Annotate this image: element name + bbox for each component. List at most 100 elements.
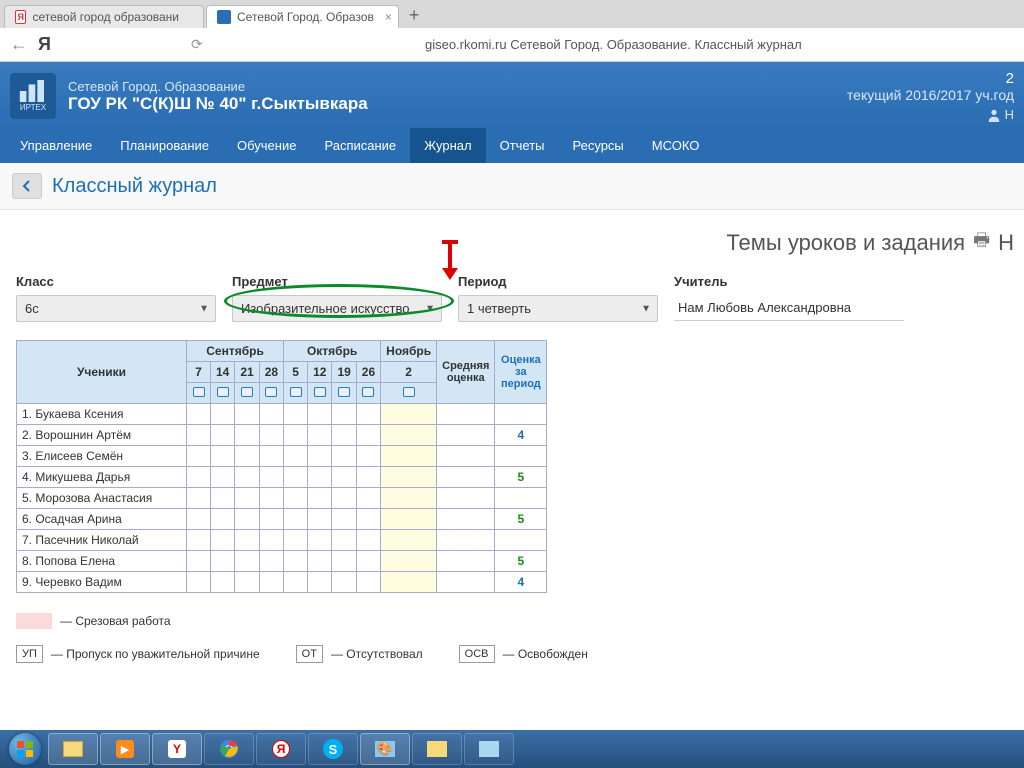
- grade-cell[interactable]: [211, 488, 235, 509]
- grade-cell[interactable]: [356, 509, 380, 530]
- grade-cell[interactable]: [211, 425, 235, 446]
- date-header[interactable]: 26: [356, 362, 380, 383]
- grade-cell[interactable]: [332, 572, 356, 593]
- grade-cell[interactable]: [332, 509, 356, 530]
- grade-cell[interactable]: [381, 467, 437, 488]
- period-grade-cell[interactable]: [495, 446, 547, 467]
- grade-cell[interactable]: [284, 551, 308, 572]
- taskbar-yandex-2[interactable]: Я: [256, 733, 306, 765]
- grade-cell[interactable]: [381, 488, 437, 509]
- grade-cell[interactable]: [235, 404, 259, 425]
- grade-cell[interactable]: [235, 509, 259, 530]
- grade-cell[interactable]: [187, 509, 211, 530]
- grade-cell[interactable]: [284, 467, 308, 488]
- student-name[interactable]: 4. Микушева Дарья: [17, 467, 187, 488]
- grade-cell[interactable]: [381, 446, 437, 467]
- taskbar-yandex[interactable]: Y: [152, 733, 202, 765]
- grade-cell[interactable]: [356, 530, 380, 551]
- grade-cell[interactable]: [308, 446, 332, 467]
- grade-cell[interactable]: [211, 530, 235, 551]
- date-header[interactable]: 21: [235, 362, 259, 383]
- period-grade-cell[interactable]: 4: [495, 425, 547, 446]
- grade-cell[interactable]: [332, 530, 356, 551]
- student-name[interactable]: 1. Букаева Ксения: [17, 404, 187, 425]
- grade-cell[interactable]: [259, 530, 283, 551]
- grade-cell[interactable]: [259, 404, 283, 425]
- date-header[interactable]: 2: [381, 362, 437, 383]
- grade-cell[interactable]: [187, 446, 211, 467]
- user-indicator[interactable]: Н: [847, 107, 1014, 122]
- student-name[interactable]: 9. Черевко Вадим: [17, 572, 187, 593]
- grade-cell[interactable]: [284, 425, 308, 446]
- nav-item-3[interactable]: Расписание: [310, 128, 410, 163]
- grade-cell[interactable]: [284, 488, 308, 509]
- taskbar-skype[interactable]: S: [308, 733, 358, 765]
- date-header[interactable]: 28: [259, 362, 283, 383]
- grade-cell[interactable]: [259, 488, 283, 509]
- date-checkbox[interactable]: [332, 383, 356, 404]
- grade-cell[interactable]: [308, 425, 332, 446]
- period-grade-cell[interactable]: 5: [495, 551, 547, 572]
- period-grade-cell[interactable]: [495, 488, 547, 509]
- grade-cell[interactable]: [187, 551, 211, 572]
- taskbar-chrome[interactable]: [204, 733, 254, 765]
- back-arrow-icon[interactable]: ←: [10, 34, 28, 55]
- date-checkbox[interactable]: [211, 383, 235, 404]
- date-checkbox[interactable]: [381, 383, 437, 404]
- grade-cell[interactable]: [308, 404, 332, 425]
- grade-cell[interactable]: [259, 446, 283, 467]
- grade-cell[interactable]: [308, 467, 332, 488]
- grade-cell[interactable]: [259, 509, 283, 530]
- grade-cell[interactable]: [235, 446, 259, 467]
- nav-item-4[interactable]: Журнал: [410, 128, 485, 163]
- taskbar-app-2[interactable]: [464, 733, 514, 765]
- period-grade-cell[interactable]: [495, 530, 547, 551]
- grade-cell[interactable]: [284, 530, 308, 551]
- grade-cell[interactable]: [284, 446, 308, 467]
- date-checkbox[interactable]: [356, 383, 380, 404]
- period-grade-cell[interactable]: 5: [495, 509, 547, 530]
- period-grade-cell[interactable]: [495, 404, 547, 425]
- back-button[interactable]: [12, 173, 42, 199]
- grade-cell[interactable]: [235, 425, 259, 446]
- grade-cell[interactable]: [332, 551, 356, 572]
- grade-cell[interactable]: [284, 572, 308, 593]
- grade-cell[interactable]: [332, 488, 356, 509]
- grade-cell[interactable]: [356, 446, 380, 467]
- grade-cell[interactable]: [259, 425, 283, 446]
- grade-cell[interactable]: [211, 551, 235, 572]
- grade-cell[interactable]: [187, 404, 211, 425]
- period-select[interactable]: 1 четверть ▼: [458, 295, 658, 322]
- taskbar-app[interactable]: [412, 733, 462, 765]
- grade-cell[interactable]: [308, 488, 332, 509]
- new-tab-button[interactable]: +: [401, 3, 428, 28]
- date-checkbox[interactable]: [235, 383, 259, 404]
- taskbar-explorer[interactable]: [48, 733, 98, 765]
- date-checkbox[interactable]: [284, 383, 308, 404]
- grade-cell[interactable]: [381, 425, 437, 446]
- grade-cell[interactable]: [235, 530, 259, 551]
- grade-cell[interactable]: [356, 425, 380, 446]
- grade-cell[interactable]: [235, 467, 259, 488]
- grade-cell[interactable]: [187, 467, 211, 488]
- grade-cell[interactable]: [211, 467, 235, 488]
- student-name[interactable]: 2. Ворошнин Артём: [17, 425, 187, 446]
- grade-cell[interactable]: [332, 404, 356, 425]
- date-checkbox[interactable]: [308, 383, 332, 404]
- date-checkbox[interactable]: [259, 383, 283, 404]
- print-icon[interactable]: 🖶: [973, 228, 990, 258]
- grade-cell[interactable]: [284, 509, 308, 530]
- grade-cell[interactable]: [187, 530, 211, 551]
- grade-cell[interactable]: [187, 488, 211, 509]
- grade-cell[interactable]: [356, 404, 380, 425]
- grade-cell[interactable]: [381, 404, 437, 425]
- grade-cell[interactable]: [356, 551, 380, 572]
- browser-tab-active[interactable]: Сетевой Город. Образов ×: [206, 5, 399, 28]
- grade-cell[interactable]: [356, 467, 380, 488]
- grade-cell[interactable]: [332, 467, 356, 488]
- grade-cell[interactable]: [284, 404, 308, 425]
- taskbar-media[interactable]: ▶: [100, 733, 150, 765]
- grade-cell[interactable]: [332, 425, 356, 446]
- nav-item-2[interactable]: Обучение: [223, 128, 310, 163]
- period-grade-cell[interactable]: 5: [495, 467, 547, 488]
